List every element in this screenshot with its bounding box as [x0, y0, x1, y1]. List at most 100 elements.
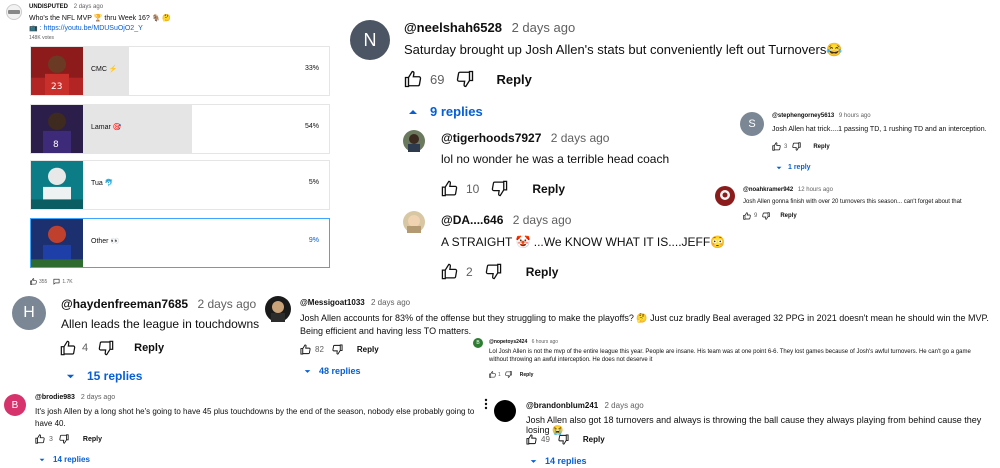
thumbs-up-icon[interactable]	[772, 142, 781, 151]
avatar[interactable]: B	[4, 394, 26, 416]
poll-option[interactable]: 8 Lamar 🎯 54%	[30, 104, 330, 154]
comment-author[interactable]: @Messigoat1033	[300, 298, 365, 307]
player-image	[31, 161, 83, 209]
like-count: 82	[315, 345, 324, 354]
reply-button[interactable]: Reply	[532, 182, 565, 196]
view-replies-button[interactable]: 1 reply	[776, 164, 811, 171]
like-count: 9	[754, 213, 758, 219]
thumbs-up-icon[interactable]	[441, 180, 458, 197]
reply-button[interactable]: Reply	[780, 213, 796, 219]
thumbs-up-icon[interactable]	[60, 340, 76, 356]
comment-date[interactable]: 2 days ago	[512, 20, 576, 35]
poll-option[interactable]: 23 CMC ⚡ 33%	[30, 46, 330, 96]
view-replies-button[interactable]: 15 replies	[66, 369, 142, 383]
avatar[interactable]	[403, 130, 425, 152]
channel-avatar[interactable]	[6, 4, 22, 20]
thumbs-up-icon[interactable]	[300, 344, 311, 355]
comment-author[interactable]: @tigerhoods7927	[441, 131, 541, 145]
replies-count: 1 reply	[788, 164, 811, 171]
thumbs-down-icon[interactable]	[491, 180, 508, 197]
chevron-down-icon	[39, 458, 45, 461]
thumbs-up-icon[interactable]	[743, 212, 751, 220]
comment-date[interactable]: 6 hours ago	[532, 339, 558, 345]
comment-date[interactable]: 2 days ago	[551, 131, 610, 145]
like-count: 2	[466, 264, 473, 279]
svg-text:8: 8	[53, 140, 59, 150]
poll-option-percent: 5%	[308, 179, 319, 186]
comment-date[interactable]: 2 days ago	[81, 394, 115, 401]
reply-button[interactable]: Reply	[813, 144, 829, 150]
comment-date[interactable]: 2 days ago	[605, 401, 644, 410]
poll-option[interactable]: Tua 🐬 5%	[30, 160, 330, 210]
reply-button[interactable]: Reply	[83, 436, 102, 443]
comment-text: Josh Allen hat trick....1 passing TD, 1 …	[772, 126, 987, 133]
player-image: 8	[31, 105, 83, 153]
comment-date[interactable]: 2 days ago	[371, 298, 410, 307]
comment-text: Josh Allen also got 18 turnovers and alw…	[526, 415, 982, 435]
reply-button[interactable]: Reply	[134, 342, 164, 354]
comment-actions: 3 Reply	[772, 142, 830, 151]
poll-link[interactable]: 📺 : https://youtu.be/MDUSuOjO2_Y	[29, 24, 143, 32]
poll-option-label: CMC ⚡	[91, 66, 118, 73]
comment-author[interactable]: @noahkramer942	[743, 187, 793, 193]
thumbs-down-icon[interactable]	[59, 434, 69, 444]
reply-button[interactable]: Reply	[357, 345, 379, 354]
view-replies-button[interactable]: 9 replies	[408, 104, 483, 119]
comment-author[interactable]: @nopetoys2424	[489, 339, 527, 345]
like-count: 3	[49, 435, 53, 443]
comment-date[interactable]: 12 hours ago	[798, 187, 833, 193]
more-actions-icon[interactable]	[484, 398, 488, 410]
comment-actions: 49 Reply	[526, 434, 605, 445]
avatar[interactable]: N	[350, 20, 390, 60]
comment-author[interactable]: @neelshah6528	[404, 20, 502, 35]
view-replies-button[interactable]: 48 replies	[304, 366, 361, 376]
replies-count: 9 replies	[430, 104, 483, 119]
thumbs-down-icon[interactable]	[456, 70, 474, 88]
chevron-down-icon	[530, 459, 537, 463]
avatar[interactable]	[715, 186, 735, 206]
thumbs-up-icon[interactable]	[526, 434, 537, 445]
thumbs-up-icon[interactable]	[441, 263, 458, 280]
reply-button[interactable]: Reply	[520, 372, 534, 378]
thumbs-up-icon[interactable]	[404, 70, 422, 88]
comment-date[interactable]: 2 days ago	[197, 297, 256, 311]
comment-author[interactable]: @brodie983	[35, 394, 75, 401]
thumbs-down-icon[interactable]	[792, 142, 801, 151]
avatar[interactable]: H	[12, 296, 46, 330]
view-replies-button[interactable]: 14 replies	[530, 456, 587, 466]
comment-actions: 4 Reply	[60, 340, 164, 356]
avatar[interactable]	[494, 400, 516, 422]
thumbs-down-icon[interactable]	[485, 263, 502, 280]
poll-question: Who's the NFL MVP 🏆 thru Week 16? 🐐 🤔	[29, 15, 172, 22]
thumbs-up-icon[interactable]	[489, 371, 496, 378]
comment-icon[interactable]	[53, 278, 60, 285]
comment-author[interactable]: @stephengorney5613	[772, 113, 834, 119]
comment-author[interactable]: @haydenfreeman7685	[61, 297, 188, 311]
avatar[interactable]: B	[473, 338, 483, 348]
thumbs-down-icon[interactable]	[505, 371, 512, 378]
reply-button[interactable]: Reply	[496, 72, 531, 87]
thumbs-up-icon[interactable]	[35, 434, 45, 444]
comment-date[interactable]: 2 days ago	[513, 213, 572, 227]
comment-actions: 3 Reply	[35, 434, 102, 444]
comment-text: A STRAIGHT 🤡 ...We KNOW WHAT IT IS....JE…	[441, 235, 726, 249]
comment-author[interactable]: @brandonblum241	[526, 401, 598, 410]
player-image	[31, 219, 83, 267]
view-replies-button[interactable]: 14 replies	[39, 455, 90, 464]
thumbs-down-icon[interactable]	[558, 434, 569, 445]
poll-option-selected[interactable]: Other 👀 9%	[30, 218, 330, 268]
thumbs-down-icon[interactable]	[762, 212, 771, 220]
thumbs-down-icon[interactable]	[98, 340, 114, 356]
thumbs-up-icon[interactable]	[30, 278, 37, 285]
thumbs-down-icon[interactable]	[332, 344, 343, 355]
reply-button[interactable]: Reply	[583, 435, 605, 444]
channel-name[interactable]: UNDISPUTED	[29, 4, 68, 10]
comment-author[interactable]: @DA....646	[441, 213, 503, 227]
avatar[interactable]	[403, 211, 425, 233]
reply-button[interactable]: Reply	[526, 265, 559, 279]
avatar[interactable]: S	[740, 112, 764, 136]
avatar[interactable]	[265, 296, 291, 322]
comment-date[interactable]: 9 hours ago	[839, 113, 871, 119]
chevron-down-icon	[776, 166, 782, 169]
like-count: 69	[430, 71, 445, 87]
